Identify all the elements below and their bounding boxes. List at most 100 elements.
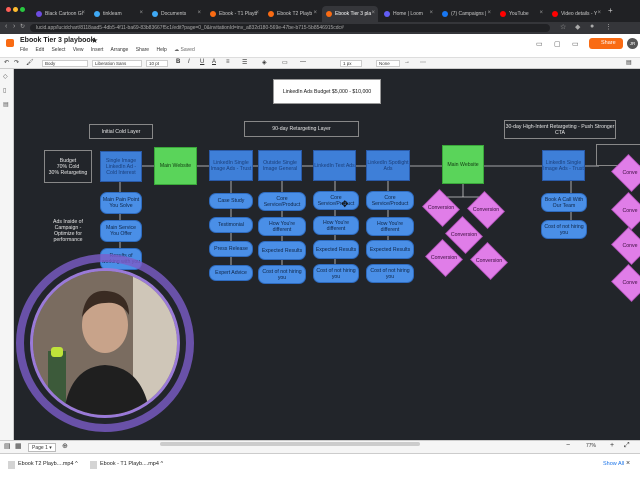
grid-icon[interactable]: ▦ [15, 442, 22, 450]
list-icon[interactable]: ☰ [242, 59, 247, 66]
chevron-up-icon[interactable]: ^ [75, 461, 78, 467]
favorite-star-icon[interactable]: ★ [91, 36, 98, 45]
col6-item[interactable]: Book A Call With Our Team [541, 193, 587, 212]
text-color-icon[interactable]: A [212, 59, 216, 65]
lucid-logo[interactable] [6, 39, 14, 47]
chevron-up-icon[interactable]: ^ [160, 461, 163, 467]
close-icon[interactable]: × [626, 460, 630, 467]
col3-item[interactable]: Expected Results [258, 241, 306, 260]
bold-icon[interactable]: B [176, 59, 180, 65]
menu-share[interactable]: Share [136, 47, 149, 53]
conversion-diamond-right[interactable]: Conve [610, 264, 640, 302]
col4-header-box[interactable]: LinkedIn Text Ads [313, 150, 356, 181]
browser-tab[interactable]: Home | Loom × [380, 6, 436, 22]
arrow-start-select[interactable]: None [376, 60, 400, 67]
menu-insert[interactable]: Insert [91, 47, 104, 53]
present-icon[interactable]: ▢ [554, 40, 561, 48]
reload-icon[interactable]: ↻ [20, 23, 25, 30]
style-select[interactable]: Body [42, 60, 88, 67]
col6-item[interactable]: Cost of not hiring you [541, 220, 587, 239]
conversion-diamond-right[interactable]: Conve [610, 192, 640, 230]
browser-tab[interactable]: Ebook T2 Playb × [264, 6, 320, 22]
zoom-out-icon[interactable]: − [566, 442, 570, 449]
font-size-select[interactable]: 10 pt [146, 60, 168, 67]
browser-tab[interactable]: Video details - Y × [548, 6, 604, 22]
col2-item[interactable]: Testimonial [209, 217, 253, 233]
horizontal-scrollbar[interactable] [160, 442, 420, 446]
menu-arrange[interactable]: Arrange [111, 47, 129, 53]
menu-help[interactable]: Help [156, 47, 166, 53]
page-tab[interactable]: Page 1 ▾ [28, 443, 56, 452]
undo-icon[interactable]: ↶ [4, 59, 9, 66]
budget-note-box[interactable]: Budget 70% Cold 30% Retargeting [44, 150, 92, 183]
col2-item[interactable]: Press Release [209, 241, 253, 257]
bookmark-star-icon[interactable]: ☆ [560, 23, 566, 31]
arrow-end-icon[interactable]: → [404, 59, 410, 65]
col2-header-box[interactable]: LinkedIn Single Image Ads - Trust [209, 150, 253, 181]
browser-tab[interactable]: Documents × [148, 6, 204, 22]
col4-item[interactable]: Cost of not hiring you [313, 264, 359, 283]
menu-view[interactable]: View [73, 47, 84, 53]
col5-item[interactable]: How You're different [366, 217, 414, 236]
col1-item[interactable]: Main Pain Point You Solve [100, 192, 142, 214]
format-panel-icon[interactable]: ▤ [626, 59, 632, 66]
budget-title-box[interactable]: LinkedIn Ads Budget $5,000 - $10,000 [273, 79, 381, 104]
close-icon[interactable]: × [81, 10, 85, 16]
ads-inside-note[interactable]: Ads Inside of Campaign - Optimize for pe… [44, 215, 92, 247]
close-icon[interactable]: × [539, 10, 543, 16]
line-style-icon[interactable]: — [300, 59, 306, 65]
col6-header-box[interactable]: LinkedIn Single Image Ads - Trust [542, 150, 585, 181]
browser-tab[interactable]: tinkleam × [90, 6, 146, 22]
fill-color-icon[interactable]: ◈ [262, 59, 267, 66]
col4-item[interactable]: Core Service/Product [313, 191, 359, 210]
show-all-link[interactable]: Show All [603, 461, 624, 467]
back-icon[interactable]: ‹ [5, 23, 7, 30]
col4-item[interactable]: How You're different [313, 216, 359, 235]
shapes-icon[interactable]: ◇ [3, 73, 11, 80]
menu-file[interactable]: File [20, 47, 28, 53]
layer-retarget-label[interactable]: 90-day Retargeting Layer [244, 121, 359, 137]
conversion-diamond[interactable]: Conversion [469, 242, 509, 280]
col5-header-box[interactable]: LinkedIn Spotlight Ads [366, 150, 410, 181]
close-icon[interactable]: × [429, 10, 433, 16]
format-painter-icon[interactable]: 🖌 [26, 59, 34, 66]
layer-high-intent-label[interactable]: 30-day High-Intent Retargeting - Push St… [504, 120, 616, 139]
forward-icon[interactable]: › [13, 23, 15, 30]
conversion-diamond[interactable]: Conversion [424, 239, 464, 277]
col2-item[interactable]: Case Study [209, 193, 253, 209]
comment-icon[interactable]: ▭ [536, 40, 543, 48]
window-minimize-icon[interactable] [13, 7, 18, 12]
add-page-icon[interactable]: ⊕ [62, 442, 68, 450]
download-item[interactable]: Ebook T2 Playb....mp4 ^ [8, 461, 78, 469]
main-website-2-box[interactable]: Main Website [442, 145, 484, 184]
italic-icon[interactable]: I [188, 59, 190, 65]
menu-dots-icon[interactable]: ⋮ [605, 23, 612, 31]
browser-tab[interactable]: (7) Campaigns | × [438, 6, 494, 22]
avatar[interactable]: JR [627, 38, 638, 49]
close-icon[interactable]: × [487, 10, 491, 16]
col1-item[interactable]: Main Service You Offer [100, 220, 142, 242]
line-color-icon[interactable]: ▭ [282, 59, 288, 66]
underline-icon[interactable]: U [200, 59, 204, 65]
more-icon[interactable]: ⋯ [420, 59, 426, 66]
menu-select[interactable]: Select [51, 47, 65, 53]
close-icon[interactable]: × [197, 10, 201, 16]
col3-item[interactable]: Core Service/Product [258, 192, 306, 211]
redo-icon[interactable]: ↷ [14, 59, 19, 66]
close-icon[interactable]: × [597, 10, 601, 16]
conversion-diamond-right[interactable]: Conve [610, 227, 640, 265]
zoom-in-icon[interactable]: + [610, 442, 614, 449]
col1-header-box[interactable]: Single Image LinkedIn Ad - Cold Interest [100, 151, 142, 182]
window-close-icon[interactable] [6, 7, 11, 12]
new-tab-icon[interactable]: + [608, 6, 613, 15]
close-icon[interactable]: × [255, 10, 259, 16]
col5-item[interactable]: Cost of not hiring you [366, 264, 414, 283]
browser-tab[interactable]: YouTube × [496, 6, 546, 22]
close-icon[interactable]: × [313, 10, 317, 16]
font-select[interactable]: Liberation Sans [92, 60, 142, 67]
col2-item[interactable]: Expert Advice [209, 265, 253, 281]
line-width-select[interactable]: 1 px [340, 60, 362, 67]
zoom-level[interactable]: 77% [586, 443, 596, 449]
close-icon[interactable]: × [371, 10, 375, 16]
extension-icon[interactable]: ◆ [575, 23, 580, 31]
